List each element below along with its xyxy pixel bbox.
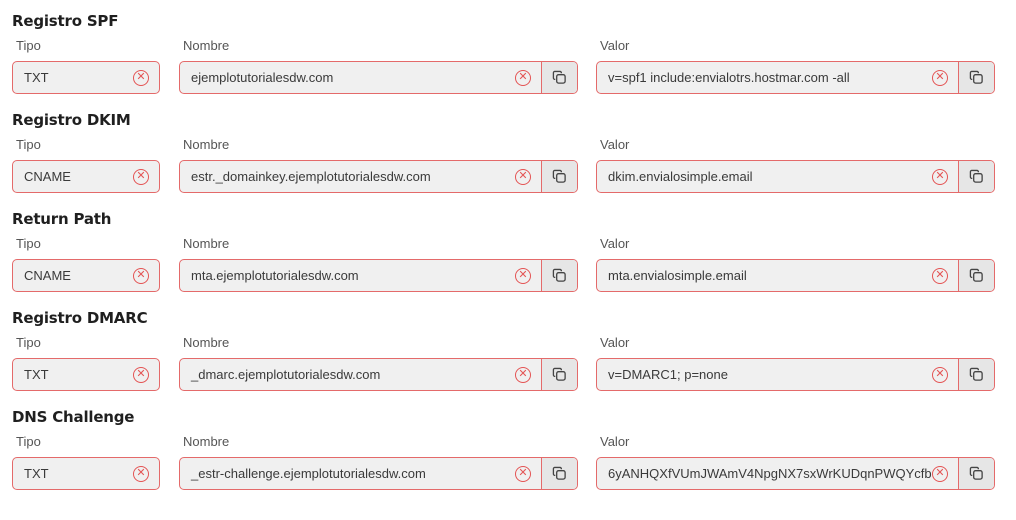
- copy-button[interactable]: [958, 260, 994, 291]
- nombre-label: Nombre: [183, 236, 230, 251]
- nombre-value: mta.ejemplotutorialesdw.com: [191, 268, 359, 283]
- valor-label: Valor: [600, 335, 630, 350]
- valor-value: mta.envialosimple.email: [608, 268, 747, 283]
- tipo-value: CNAME: [24, 169, 71, 184]
- tipo-field[interactable]: TXT ✕: [12, 358, 160, 391]
- clear-icon[interactable]: ✕: [932, 168, 948, 185]
- clear-icon[interactable]: ✕: [932, 69, 948, 86]
- nombre-label: Nombre: [183, 38, 230, 53]
- tipo-value: TXT: [24, 367, 49, 382]
- copy-button[interactable]: [541, 62, 577, 93]
- copy-icon: [552, 466, 566, 480]
- tipo-field[interactable]: CNAME ✕: [12, 259, 160, 292]
- valor-field[interactable]: dkim.envialosimple.email ✕: [596, 160, 995, 193]
- copy-button[interactable]: [541, 260, 577, 291]
- copy-button[interactable]: [958, 62, 994, 93]
- nombre-label: Nombre: [183, 434, 230, 449]
- copy-icon: [969, 268, 983, 282]
- tipo-value: CNAME: [24, 268, 71, 283]
- copy-button[interactable]: [541, 458, 577, 489]
- tipo-value: TXT: [24, 70, 49, 85]
- nombre-field[interactable]: _estr-challenge.ejemplotutorialesdw.com …: [179, 457, 578, 490]
- valor-field[interactable]: 6yANHQXfVUmJWAmV4NpgNX7sxWrKUDqnPWQYcfba…: [596, 457, 995, 490]
- clear-icon[interactable]: ✕: [515, 267, 531, 284]
- tipo-label: Tipo: [16, 335, 41, 350]
- nombre-label: Nombre: [183, 335, 230, 350]
- section-title: DNS Challenge: [12, 408, 135, 426]
- tipo-label: Tipo: [16, 137, 41, 152]
- section-title: Registro DMARC: [12, 309, 148, 327]
- record-section-dkim: Registro DKIM Tipo Nombre Valor CNAME ✕ …: [0, 99, 1016, 198]
- nombre-field[interactable]: estr._domainkey.ejemplotutorialesdw.com …: [179, 160, 578, 193]
- valor-label: Valor: [600, 434, 630, 449]
- clear-icon[interactable]: ✕: [932, 465, 948, 482]
- record-section-spf: Registro SPF Tipo Nombre Valor TXT ✕ eje…: [0, 0, 1016, 99]
- clear-icon[interactable]: ✕: [932, 366, 948, 383]
- tipo-label: Tipo: [16, 236, 41, 251]
- valor-label: Valor: [600, 236, 630, 251]
- copy-button[interactable]: [958, 359, 994, 390]
- nombre-value: estr._domainkey.ejemplotutorialesdw.com: [191, 169, 431, 184]
- valor-label: Valor: [600, 38, 630, 53]
- clear-icon[interactable]: ✕: [133, 366, 149, 383]
- tipo-value: TXT: [24, 466, 49, 481]
- valor-value: dkim.envialosimple.email: [608, 169, 753, 184]
- copy-icon: [552, 70, 566, 84]
- valor-label: Valor: [600, 137, 630, 152]
- clear-icon[interactable]: ✕: [515, 465, 531, 482]
- tipo-field[interactable]: TXT ✕: [12, 457, 160, 490]
- nombre-field[interactable]: mta.ejemplotutorialesdw.com ✕: [179, 259, 578, 292]
- copy-button[interactable]: [541, 161, 577, 192]
- tipo-label: Tipo: [16, 434, 41, 449]
- valor-field[interactable]: mta.envialosimple.email ✕: [596, 259, 995, 292]
- record-section-dmarc: Registro DMARC Tipo Nombre Valor TXT ✕ _…: [0, 297, 1016, 396]
- copy-icon: [969, 367, 983, 381]
- copy-icon: [552, 268, 566, 282]
- nombre-value: ejemplotutorialesdw.com: [191, 70, 334, 85]
- record-section-dns-challenge: DNS Challenge Tipo Nombre Valor TXT ✕ _e…: [0, 396, 1016, 495]
- nombre-value: _estr-challenge.ejemplotutorialesdw.com: [191, 466, 426, 481]
- copy-button[interactable]: [541, 359, 577, 390]
- copy-icon: [969, 466, 983, 480]
- copy-button[interactable]: [958, 161, 994, 192]
- valor-value: v=spf1 include:envialotrs.hostmar.com -a…: [608, 70, 850, 85]
- copy-icon: [969, 169, 983, 183]
- clear-icon[interactable]: ✕: [133, 267, 149, 284]
- clear-icon[interactable]: ✕: [133, 168, 149, 185]
- nombre-field[interactable]: ejemplotutorialesdw.com ✕: [179, 61, 578, 94]
- clear-icon[interactable]: ✕: [133, 465, 149, 482]
- record-section-return-path: Return Path Tipo Nombre Valor CNAME ✕ mt…: [0, 198, 1016, 297]
- valor-field[interactable]: v=DMARC1; p=none ✕: [596, 358, 995, 391]
- nombre-field[interactable]: _dmarc.ejemplotutorialesdw.com ✕: [179, 358, 578, 391]
- section-title: Return Path: [12, 210, 112, 228]
- copy-icon: [969, 70, 983, 84]
- copy-icon: [552, 367, 566, 381]
- clear-icon[interactable]: ✕: [515, 69, 531, 86]
- copy-button[interactable]: [958, 458, 994, 489]
- clear-icon[interactable]: ✕: [515, 168, 531, 185]
- section-title: Registro DKIM: [12, 111, 131, 129]
- clear-icon[interactable]: ✕: [515, 366, 531, 383]
- section-title: Registro SPF: [12, 12, 119, 30]
- nombre-value: _dmarc.ejemplotutorialesdw.com: [191, 367, 381, 382]
- tipo-label: Tipo: [16, 38, 41, 53]
- tipo-field[interactable]: TXT ✕: [12, 61, 160, 94]
- nombre-label: Nombre: [183, 137, 230, 152]
- clear-icon[interactable]: ✕: [932, 267, 948, 284]
- tipo-field[interactable]: CNAME ✕: [12, 160, 160, 193]
- copy-icon: [552, 169, 566, 183]
- valor-field[interactable]: v=spf1 include:envialotrs.hostmar.com -a…: [596, 61, 995, 94]
- clear-icon[interactable]: ✕: [133, 69, 149, 86]
- valor-value: v=DMARC1; p=none: [608, 367, 728, 382]
- valor-value: 6yANHQXfVUmJWAmV4NpgNX7sxWrKUDqnPWQYcfba: [608, 466, 932, 481]
